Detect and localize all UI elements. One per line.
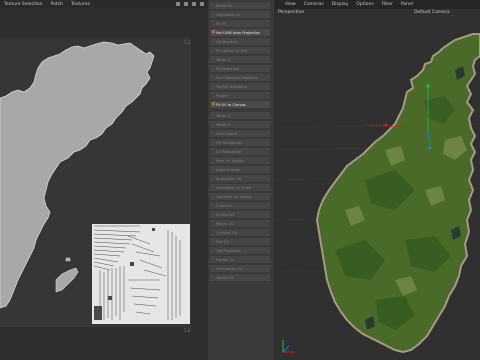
command-fit-canvas-to-uvs[interactable]: Fit Canvas to UVs	[210, 47, 270, 55]
command-fit-uv[interactable]: Fit UV	[210, 20, 270, 28]
command-normalize-uv[interactable]: Normalize UV	[210, 11, 270, 19]
command-normalize-uv-scale[interactable]: Normalize UV Scale	[210, 184, 270, 192]
axis-x-handle[interactable]	[384, 123, 388, 127]
uv-corner-marker-bottom: 1,0	[184, 328, 191, 333]
command-mirror-u-1[interactable]: Mirror U	[210, 56, 270, 64]
command-terrain-uv[interactable]: Terrain UV	[210, 274, 270, 282]
command-flat-uv[interactable]: Flat UV	[210, 238, 270, 246]
viewport-svg	[275, 33, 480, 354]
command-uv-mapping[interactable]: UV Mapping	[210, 38, 270, 46]
command-straighten-uv[interactable]: Straighten UV	[210, 175, 270, 183]
command-shrinkwrap-uv[interactable]: Shrinkwrap UV	[210, 265, 270, 273]
command-frontal-uv[interactable]: Frontal UV	[210, 256, 270, 264]
cross-icon: ✕	[211, 29, 217, 36]
command-mirror-u-2[interactable]: Mirror U	[210, 112, 270, 120]
command-uv-triangulate[interactable]: UV Triangulate	[210, 139, 270, 147]
command-uv-relaxation[interactable]: UV Relaxation	[210, 148, 270, 156]
uv-corner-marker-top: 1,1	[184, 40, 191, 45]
command-set-uvw-from-projection[interactable]: ✕ Set UVW from Projection	[210, 29, 270, 37]
command-sort-selection-mapping[interactable]: Sort Selection Mapping	[210, 74, 270, 82]
command-tile-projection[interactable]: Tile Projection	[210, 247, 270, 255]
command-optimize-uv-layout[interactable]: Optimize UV Layout	[210, 193, 270, 201]
command-stack-islands[interactable]: Stack Islands	[210, 166, 270, 174]
axis-z-handle[interactable]	[428, 146, 432, 150]
command-fit-sequence[interactable]: Fit Sequence	[210, 65, 270, 73]
command-cylinder-uv[interactable]: Cylinder UV	[210, 229, 270, 237]
uv-island-small-3[interactable]	[32, 158, 35, 160]
uv-texture-tile[interactable]	[92, 224, 190, 324]
command-pack-uv-islands[interactable]: Pack UV Islands	[210, 157, 270, 165]
axis-y-handle[interactable]	[426, 84, 430, 88]
command-terrain-transform[interactable]: Terrain Transform	[210, 83, 270, 91]
view-axis-indicator	[282, 340, 295, 353]
command-cube-uv[interactable]: Cube UV	[210, 202, 270, 210]
command-grid-layout[interactable]: Grid Layout	[210, 130, 270, 138]
command-relax-uv[interactable]: Relax UV	[210, 2, 270, 10]
uv-map-svg: 1,1 1,0	[0, 40, 191, 333]
command-project[interactable]: Project	[210, 92, 270, 100]
cross-icon: ✕	[211, 101, 217, 108]
command-mirror-v[interactable]: Mirror V	[210, 121, 270, 129]
command-fit-uv-to-canvas[interactable]: ✕ Fit UV to Canvas	[210, 101, 270, 109]
command-planar-uv[interactable]: Planar UV	[210, 220, 270, 228]
uv-commands-list: Relax UV Normalize UV Fit UV ✕ Set UVW f…	[208, 0, 274, 360]
uv-island-small-1[interactable]	[55, 267, 79, 293]
uv-island-small-4[interactable]	[22, 222, 25, 225]
command-sphere-uv[interactable]: Sphere UV	[210, 211, 270, 219]
uv-island-small-2[interactable]	[65, 257, 71, 262]
